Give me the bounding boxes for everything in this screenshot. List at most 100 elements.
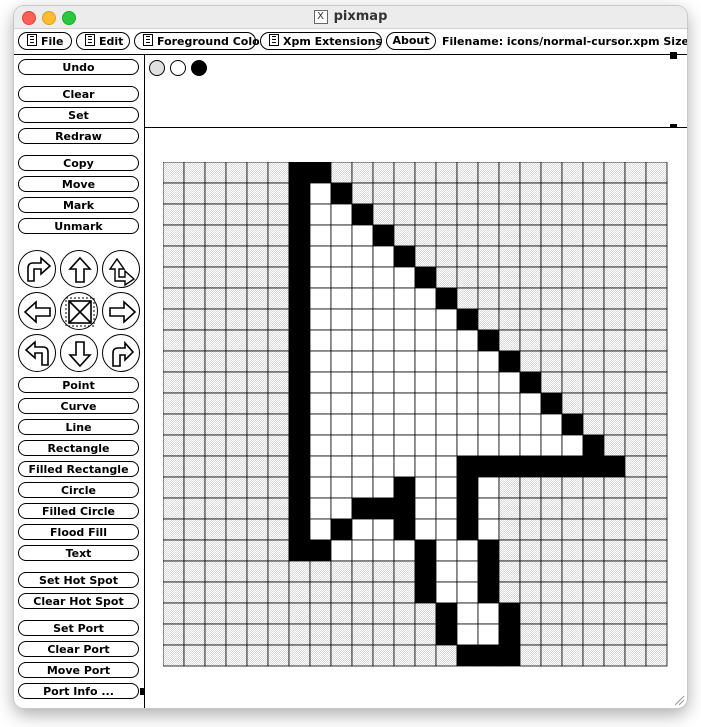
pixel-transparent[interactable]	[498, 182, 521, 205]
pixel-transparent[interactable]	[582, 518, 605, 541]
pixel-transparent[interactable]	[645, 350, 668, 373]
pixel-transparent[interactable]	[204, 162, 227, 184]
pixel-white[interactable]	[414, 455, 437, 478]
pixel-transparent[interactable]	[204, 371, 227, 394]
pixel-transparent[interactable]	[624, 476, 647, 499]
pixel-transparent[interactable]	[519, 266, 542, 289]
pixel-black[interactable]	[330, 182, 353, 205]
pixel-transparent[interactable]	[561, 539, 584, 562]
pixel-transparent[interactable]	[246, 162, 269, 184]
about-button[interactable]: About	[386, 32, 436, 50]
pixel-white[interactable]	[477, 623, 500, 646]
undo-button[interactable]: Undo	[18, 59, 139, 75]
pixel-transparent[interactable]	[414, 203, 437, 226]
pixel-transparent[interactable]	[163, 245, 185, 268]
arrow-up-button[interactable]	[60, 250, 98, 288]
arrow-down-button[interactable]	[60, 334, 98, 372]
pixel-transparent[interactable]	[288, 644, 311, 667]
pixel-transparent[interactable]	[225, 350, 248, 373]
pixel-black[interactable]	[288, 392, 311, 415]
pixel-transparent[interactable]	[540, 623, 563, 646]
pixel-transparent[interactable]	[624, 497, 647, 520]
pixel-white[interactable]	[393, 350, 416, 373]
pixel-black[interactable]	[393, 245, 416, 268]
pixel-white[interactable]	[330, 392, 353, 415]
flood-fill-button[interactable]: Flood Fill	[18, 524, 139, 540]
pixel-transparent[interactable]	[183, 497, 206, 520]
pixel-white[interactable]	[477, 413, 500, 436]
pixel-transparent[interactable]	[582, 371, 605, 394]
clear-port-button[interactable]: Clear Port	[18, 641, 139, 657]
pixel-transparent[interactable]	[183, 644, 206, 667]
pixel-white[interactable]	[498, 371, 521, 394]
pixel-white[interactable]	[351, 350, 374, 373]
pixel-transparent[interactable]	[540, 224, 563, 247]
pixel-transparent[interactable]	[624, 162, 647, 184]
pixel-transparent[interactable]	[183, 266, 206, 289]
pixel-transparent[interactable]	[204, 476, 227, 499]
pixel-transparent[interactable]	[477, 266, 500, 289]
pixel-transparent[interactable]	[645, 266, 668, 289]
pixel-transparent[interactable]	[246, 392, 269, 415]
pixel-transparent[interactable]	[204, 455, 227, 478]
pixel-transparent[interactable]	[225, 203, 248, 226]
pixel-black[interactable]	[456, 476, 479, 499]
pixel-black[interactable]	[540, 392, 563, 415]
pixel-transparent[interactable]	[183, 162, 206, 184]
pixel-transparent[interactable]	[246, 182, 269, 205]
pixel-transparent[interactable]	[624, 434, 647, 457]
pixel-black[interactable]	[561, 455, 584, 478]
pixel-transparent[interactable]	[603, 560, 626, 583]
pixel-transparent[interactable]	[163, 539, 185, 562]
pixel-transparent[interactable]	[163, 162, 185, 184]
pixel-transparent[interactable]	[645, 182, 668, 205]
pixel-transparent[interactable]	[645, 162, 668, 184]
pixel-transparent[interactable]	[163, 224, 185, 247]
pixel-black[interactable]	[288, 497, 311, 520]
pixel-white[interactable]	[435, 392, 458, 415]
pixel-white[interactable]	[309, 455, 332, 478]
pixel-transparent[interactable]	[540, 350, 563, 373]
pixel-white[interactable]	[372, 371, 395, 394]
pixel-transparent[interactable]	[393, 182, 416, 205]
pixel-transparent[interactable]	[540, 203, 563, 226]
pixel-white[interactable]	[498, 392, 521, 415]
pixel-white[interactable]	[351, 539, 374, 562]
pixel-transparent[interactable]	[498, 476, 521, 499]
pixel-transparent[interactable]	[540, 162, 563, 184]
pixel-transparent[interactable]	[519, 162, 542, 184]
pixel-transparent[interactable]	[582, 497, 605, 520]
pixel-transparent[interactable]	[582, 224, 605, 247]
pixel-transparent[interactable]	[540, 182, 563, 205]
pixel-transparent[interactable]	[246, 329, 269, 352]
pixel-transparent[interactable]	[498, 329, 521, 352]
pixel-black[interactable]	[288, 224, 311, 247]
pixel-transparent[interactable]	[603, 350, 626, 373]
pixel-white[interactable]	[477, 434, 500, 457]
pixel-white[interactable]	[372, 287, 395, 310]
pixel-transparent[interactable]	[645, 644, 668, 667]
pixel-white[interactable]	[456, 539, 479, 562]
pixel-transparent[interactable]	[456, 203, 479, 226]
pixel-black[interactable]	[456, 518, 479, 541]
pixel-transparent[interactable]	[519, 560, 542, 583]
resize-grip-icon[interactable]	[673, 694, 685, 706]
pixel-transparent[interactable]	[498, 518, 521, 541]
pixel-transparent[interactable]	[561, 476, 584, 499]
pixel-transparent[interactable]	[477, 245, 500, 268]
pixel-transparent[interactable]	[204, 497, 227, 520]
pixel-transparent[interactable]	[267, 329, 290, 352]
pixel-transparent[interactable]	[645, 371, 668, 394]
pixel-black[interactable]	[498, 623, 521, 646]
pixel-transparent[interactable]	[519, 308, 542, 331]
pixel-transparent[interactable]	[498, 266, 521, 289]
pixel-transparent[interactable]	[603, 476, 626, 499]
pixel-transparent[interactable]	[603, 539, 626, 562]
pixel-white[interactable]	[393, 329, 416, 352]
curve-button[interactable]: Curve	[18, 398, 139, 414]
pixel-transparent[interactable]	[456, 245, 479, 268]
pixel-white[interactable]	[414, 350, 437, 373]
pixel-white[interactable]	[309, 371, 332, 394]
pixel-transparent[interactable]	[183, 581, 206, 604]
pixel-transparent[interactable]	[163, 329, 185, 352]
